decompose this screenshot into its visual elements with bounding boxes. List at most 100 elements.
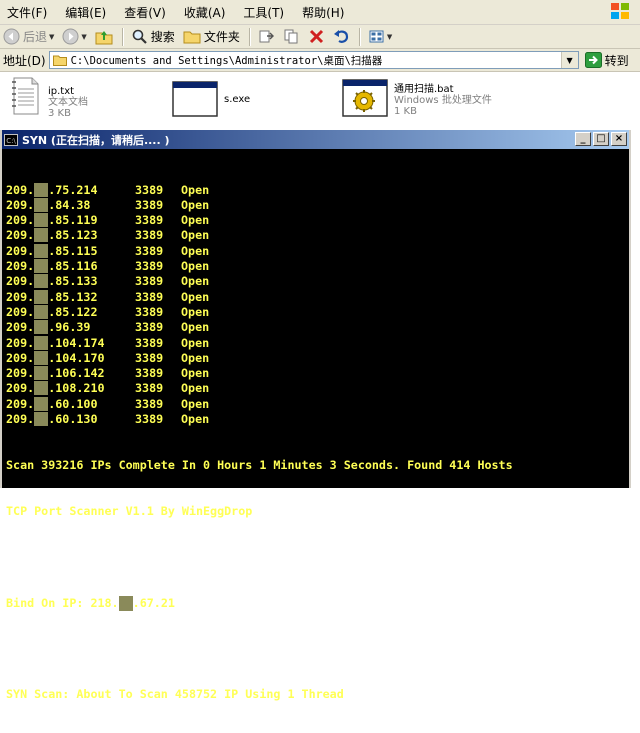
ip-suffix: .85.132 <box>48 289 98 304</box>
delete-button[interactable] <box>305 26 328 47</box>
close-button[interactable]: × <box>611 132 627 146</box>
result-status: Open <box>181 213 210 228</box>
chevron-down-icon: ▼ <box>81 32 87 41</box>
go-arrow-icon <box>584 52 602 68</box>
bind-line: Bind On IP: 218.##.67.21 <box>6 595 625 611</box>
result-status: Open <box>181 381 210 396</box>
scan-result-row: 209.##.85.1223389Open <box>6 304 625 320</box>
result-ip: 209.##.60.130 <box>6 412 135 427</box>
go-label: 转到 <box>604 53 629 68</box>
scanner-banner: TCP Port Scanner V1.1 By WinEggDrop <box>6 503 253 518</box>
toolbar-separator <box>358 27 361 46</box>
result-port: 3389 <box>135 320 164 335</box>
scan-result-row: 209.##.104.1703389Open <box>6 350 625 366</box>
result-status: Open <box>181 243 210 258</box>
copy-to-button[interactable] <box>280 26 303 47</box>
toolbar-separator <box>248 27 251 46</box>
up-folder-icon <box>95 31 113 45</box>
menu-view[interactable]: 查看(V) <box>117 4 177 21</box>
windows-logo-icon <box>611 3 629 19</box>
search-button[interactable]: 搜索 <box>128 26 178 47</box>
result-port: 3389 <box>135 289 164 304</box>
result-status: Open <box>181 412 210 427</box>
ip-suffix: .104.174 <box>48 335 105 350</box>
back-button[interactable]: 后退 ▼ <box>0 26 57 47</box>
bind-suffix: .67.21 <box>132 595 175 610</box>
ip-prefix: 209. <box>6 213 35 228</box>
ip-prefix: 209. <box>6 381 35 396</box>
chevron-down-icon: ▼ <box>49 32 55 41</box>
chevron-down-icon: ▼ <box>566 55 573 65</box>
result-status: Open <box>181 182 210 197</box>
menu-help[interactable]: 帮助(H) <box>295 4 355 21</box>
result-port: 3389 <box>135 396 164 411</box>
result-ip: 209.##.104.170 <box>6 350 135 366</box>
file-item-s-exe[interactable]: s.exe <box>172 76 250 118</box>
ip-suffix: .85.119 <box>48 213 98 228</box>
redacted-block: ## <box>34 396 49 411</box>
search-icon <box>132 29 147 44</box>
result-ip: 209.##.85.116 <box>6 259 135 274</box>
redacted-block: ## <box>34 197 49 212</box>
redacted-block: ## <box>34 228 49 243</box>
menu-file[interactable]: 文件(F) <box>0 4 58 21</box>
result-ip: 209.##.85.115 <box>6 243 135 259</box>
ip-suffix: .108.210 <box>48 381 105 396</box>
file-item-ip-txt[interactable]: ip.txt 文本文档 3 KB <box>10 76 88 119</box>
redacted-block: ## <box>34 412 49 427</box>
go-button[interactable]: 转到 <box>584 52 629 69</box>
ip-suffix: .85.122 <box>48 304 98 319</box>
result-status: Open <box>181 228 210 243</box>
minimize-button[interactable]: _ <box>575 132 591 146</box>
undo-icon <box>333 30 348 43</box>
back-label: 后退 <box>23 30 48 44</box>
redacted-block: ## <box>34 274 49 289</box>
ip-prefix: 209. <box>6 197 35 212</box>
redacted-block: ## <box>34 381 49 396</box>
forward-button[interactable]: ▼ <box>59 26 89 47</box>
folders-button[interactable]: 文件夹 <box>180 26 243 47</box>
ip-prefix: 209. <box>6 259 35 274</box>
address-dropdown[interactable]: ▼ <box>560 52 578 68</box>
result-ip: 209.##.85.132 <box>6 289 135 305</box>
address-input[interactable]: C:\Documents and Settings\Administrator\… <box>48 51 579 69</box>
redacted-block: ## <box>34 259 49 274</box>
ip-suffix: .75.214 <box>48 182 98 197</box>
ip-suffix: .60.130 <box>48 412 98 427</box>
result-status: Open <box>181 366 210 381</box>
batch-file-icon <box>342 79 388 117</box>
scan-summary: Scan 393216 IPs Complete In 0 Hours 1 Mi… <box>6 457 513 472</box>
result-port: 3389 <box>135 304 164 319</box>
views-button[interactable]: ▼ <box>365 26 395 47</box>
menu-tools[interactable]: 工具(T) <box>236 4 295 21</box>
result-port: 3389 <box>135 412 164 427</box>
result-port: 3389 <box>135 197 164 212</box>
result-port: 3389 <box>135 366 164 381</box>
ip-prefix: 209. <box>6 350 35 365</box>
ip-prefix: 209. <box>6 366 35 381</box>
scan-result-row: 209.##.85.1233389Open <box>6 228 625 243</box>
maximize-button[interactable]: □ <box>593 132 609 146</box>
console-titlebar[interactable]: C:\ SYN (正在扫描，请稍后.... ) _ □ × <box>2 130 629 149</box>
result-status: Open <box>181 350 210 365</box>
ip-suffix: .106.142 <box>48 366 105 381</box>
redacted-block: ## <box>34 213 49 228</box>
ip-prefix: 209. <box>6 412 35 427</box>
scan-result-row: 209.##.85.1323389Open <box>6 289 625 305</box>
file-list: ip.txt 文本文档 3 KB s.exe 通用扫描.bat Windows … <box>0 72 640 128</box>
file-item-batch[interactable]: 通用扫描.bat Windows 批处理文件 1 KB <box>342 76 492 118</box>
menu-favorites[interactable]: 收藏(A) <box>177 4 237 21</box>
scan-result-row: 209.##.85.1153389Open <box>6 243 625 259</box>
scan-result-row: 209.##.85.1193389Open <box>6 213 625 228</box>
result-ip: 209.##.85.123 <box>6 228 135 243</box>
undo-button[interactable] <box>330 26 353 47</box>
result-status: Open <box>181 197 210 212</box>
menu-edit[interactable]: 编辑(E) <box>58 4 117 21</box>
up-folder-button[interactable] <box>92 26 116 47</box>
redacted-block: ## <box>34 335 49 350</box>
syn-scan-line: SYN Scan: About To Scan 458752 IP Using … <box>6 687 344 702</box>
ip-suffix: .60.100 <box>48 396 98 411</box>
move-to-button[interactable] <box>255 26 278 47</box>
redacted-block: ## <box>34 243 49 258</box>
